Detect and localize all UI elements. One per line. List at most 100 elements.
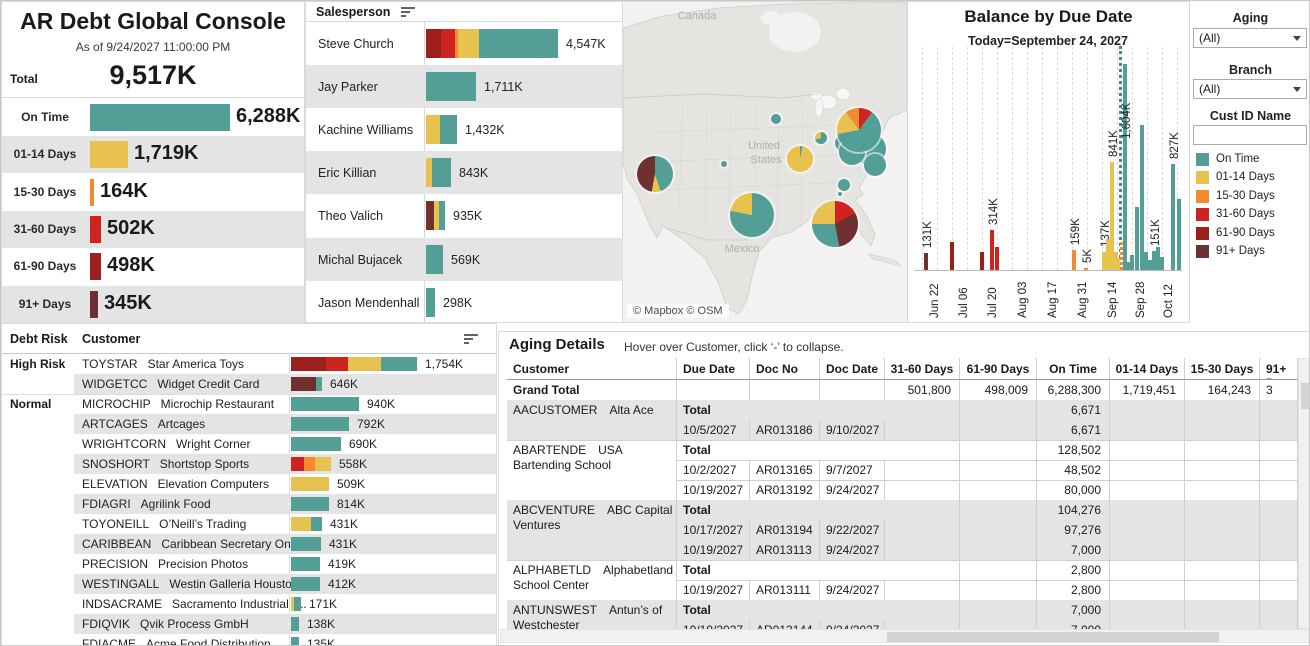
map-pie-mark[interactable] bbox=[721, 161, 727, 167]
salesperson-bar[interactable] bbox=[426, 72, 476, 101]
customer-row[interactable]: TOYONEILLO’Neill’s Trading431K bbox=[2, 514, 496, 534]
legend-item[interactable]: 31-60 Days bbox=[1196, 206, 1306, 224]
map-pie-mark[interactable] bbox=[815, 132, 827, 144]
table-column-header: On Time bbox=[1037, 358, 1110, 380]
salesperson-bar[interactable] bbox=[426, 29, 558, 58]
customer-row[interactable]: FDIAGRIAgrilink Food814K bbox=[2, 494, 496, 514]
kpi-bar[interactable] bbox=[90, 141, 128, 168]
salesperson-bar[interactable] bbox=[426, 201, 445, 230]
map-pie-mark[interactable] bbox=[730, 193, 774, 237]
customer-bar[interactable] bbox=[291, 497, 329, 511]
customer-row[interactable]: NormalMICROCHIPMicrochip Restaurant940K bbox=[2, 394, 496, 414]
customer-bar[interactable] bbox=[291, 597, 301, 611]
kpi-bar[interactable] bbox=[90, 179, 94, 206]
customer-group-cell[interactable]: AACUSTOMERAlta Ace bbox=[507, 400, 677, 440]
horizontal-scrollbar-thumb[interactable] bbox=[887, 632, 1219, 642]
balance-bar[interactable] bbox=[990, 230, 994, 270]
kpi-bar[interactable] bbox=[90, 216, 101, 243]
customer-row[interactable]: FDIQVIKQvik Process GmbH138K bbox=[2, 614, 496, 634]
legend-item[interactable]: 01-14 Days bbox=[1196, 169, 1306, 187]
x-axis-tick-label: Jul 06 bbox=[958, 287, 970, 318]
customer-bar[interactable] bbox=[291, 397, 359, 411]
map-pie-mark[interactable] bbox=[864, 154, 886, 176]
salesperson-bar[interactable] bbox=[426, 288, 435, 317]
salesperson-bar[interactable] bbox=[426, 158, 451, 187]
customer-bar[interactable] bbox=[291, 457, 331, 471]
customer-group-cell[interactable]: ABARTENDEUSA Bartending School bbox=[507, 440, 677, 500]
horizontal-scrollbar[interactable] bbox=[500, 629, 1310, 643]
balance-bar[interactable] bbox=[1123, 64, 1127, 270]
branch-filter-dropdown[interactable]: (All) bbox=[1193, 79, 1307, 99]
customer-id-name: WRIGHTCORNWright Corner bbox=[82, 437, 250, 451]
balance-bar[interactable] bbox=[1160, 257, 1164, 270]
table-cell bbox=[885, 560, 960, 580]
customer-row[interactable]: WIDGETCCWidget Credit Card646K bbox=[2, 374, 496, 394]
kpi-bar[interactable] bbox=[90, 291, 98, 318]
balance-bar[interactable] bbox=[1171, 164, 1175, 270]
customer-bar[interactable] bbox=[291, 357, 417, 371]
legend-item[interactable]: 15-30 Days bbox=[1196, 188, 1306, 206]
customer-bar[interactable] bbox=[291, 517, 322, 531]
customer-row[interactable]: High RiskTOYSTARStar America Toys1,754K bbox=[2, 354, 496, 374]
vertical-scrollbar-thumb[interactable] bbox=[1301, 383, 1310, 409]
kpi-bar[interactable] bbox=[90, 253, 101, 280]
cust-id-name-input[interactable] bbox=[1193, 125, 1307, 145]
customer-bar[interactable] bbox=[291, 537, 321, 551]
sort-descending-icon[interactable] bbox=[401, 7, 415, 19]
legend-item[interactable]: 91+ Days bbox=[1196, 243, 1306, 261]
customer-bar[interactable] bbox=[291, 477, 329, 491]
customer-row[interactable]: WESTINGALLWestin Galleria Houston412K bbox=[2, 574, 496, 594]
customer-bar[interactable] bbox=[291, 377, 322, 391]
kpi-row-value: 6,288K bbox=[236, 105, 301, 128]
balance-bar[interactable] bbox=[1130, 255, 1134, 270]
balance-bar[interactable] bbox=[1135, 207, 1139, 270]
customer-row[interactable]: ELEVATIONElevation Computers509K bbox=[2, 474, 496, 494]
doc-date-cell: 9/24/2027 bbox=[820, 580, 885, 600]
map-pie-mark[interactable] bbox=[771, 114, 781, 124]
customer-group-cell[interactable]: ALPHABETLDAlphabetland School Center bbox=[507, 560, 677, 600]
map-pie-mark[interactable] bbox=[838, 192, 842, 196]
customer-row[interactable]: PRECISIONPrecision Photos419K bbox=[2, 554, 496, 574]
aging-filter-dropdown[interactable]: (All) bbox=[1193, 28, 1307, 48]
legend-item[interactable]: On Time bbox=[1196, 151, 1306, 169]
customer-bar[interactable] bbox=[291, 417, 349, 431]
customer-row[interactable]: FDIACMEAcme Food Distribution135K bbox=[2, 634, 496, 646]
kpi-bar[interactable] bbox=[90, 104, 230, 131]
customer-row[interactable]: WRIGHTCORNWright Corner690K bbox=[2, 434, 496, 454]
map-panel[interactable]: CanadaUnitedStatesMexico © Mapbox © OSM bbox=[622, 1, 908, 323]
customer-group-cell[interactable]: ABCVENTUREABC Capital Ventures bbox=[507, 500, 677, 560]
balance-bar[interactable] bbox=[950, 242, 954, 270]
customer-bar[interactable] bbox=[291, 637, 299, 646]
map-pie-mark[interactable] bbox=[812, 201, 858, 247]
vertical-scrollbar[interactable] bbox=[1298, 358, 1310, 629]
map-pie-mark[interactable] bbox=[838, 179, 850, 191]
bar-segment bbox=[291, 577, 320, 591]
sort-descending-icon[interactable] bbox=[464, 334, 478, 346]
customer-bar[interactable] bbox=[291, 557, 320, 571]
balance-bar[interactable] bbox=[1084, 268, 1088, 270]
kpi-row-value: 1,719K bbox=[134, 142, 199, 165]
customer-bar[interactable] bbox=[291, 577, 320, 591]
customer-row[interactable]: CARIBBEANCaribbean Secretary Online431K bbox=[2, 534, 496, 554]
salesperson-value: 298K bbox=[443, 296, 472, 310]
salesperson-name: Theo Valich bbox=[318, 209, 383, 223]
legend-item[interactable]: 61-90 Days bbox=[1196, 225, 1306, 243]
customer-row[interactable]: INDSACRAMESacramento Industrial S..171K bbox=[2, 594, 496, 614]
balance-bar[interactable] bbox=[1140, 125, 1144, 270]
salesperson-bar[interactable] bbox=[426, 245, 443, 274]
doc-date-cell: 9/7/2027 bbox=[820, 460, 885, 480]
balance-bar[interactable] bbox=[980, 252, 984, 270]
balance-bar[interactable] bbox=[1177, 199, 1181, 270]
customer-bar[interactable] bbox=[291, 437, 341, 451]
map-pie-mark[interactable] bbox=[837, 108, 881, 152]
bar-segment bbox=[441, 29, 455, 58]
customer-row[interactable]: ARTCAGESArtcages792K bbox=[2, 414, 496, 434]
balance-bar[interactable] bbox=[924, 253, 928, 270]
customer-bar[interactable] bbox=[291, 617, 299, 631]
gridline bbox=[1087, 47, 1088, 270]
balance-bar[interactable] bbox=[995, 247, 999, 270]
map-pie-mark[interactable] bbox=[637, 156, 673, 192]
balance-bar[interactable] bbox=[1072, 250, 1076, 270]
salesperson-bar[interactable] bbox=[426, 115, 457, 144]
customer-row[interactable]: SNOSHORTShortstop Sports558K bbox=[2, 454, 496, 474]
